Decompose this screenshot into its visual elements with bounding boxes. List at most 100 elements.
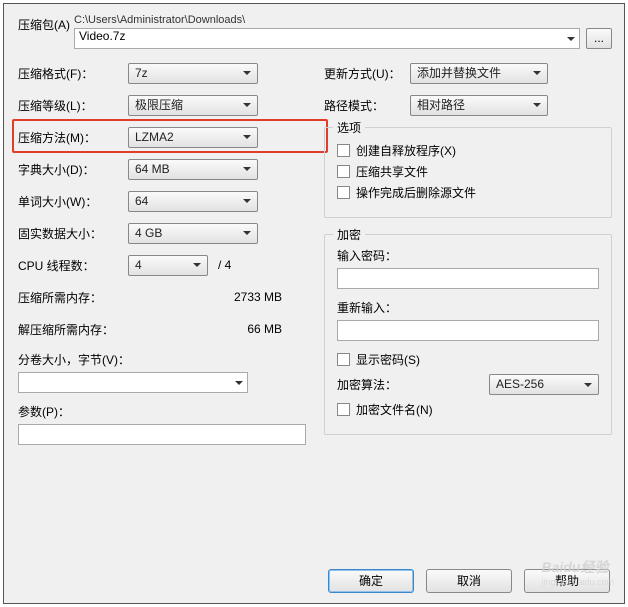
threads-total: / 4 [218, 258, 231, 272]
dict-select[interactable]: 64 MB [128, 159, 258, 180]
method-row: 压缩方法(M)： LZMA2 [18, 121, 306, 153]
threads-row: CPU 线程数： 4 / 4 [18, 249, 306, 281]
params-input[interactable] [18, 424, 306, 445]
update-value: 添加并替换文件 [417, 66, 501, 80]
format-label: 压缩格式(F)： [18, 65, 128, 82]
mem-comp-row: 压缩所需内存： 2733 MB [18, 281, 306, 313]
chevron-down-icon [584, 383, 592, 387]
pathmode-row: 路径模式： 相对路径 [324, 89, 612, 121]
help-button[interactable]: 帮助 [524, 569, 610, 593]
password-label: 输入密码： [337, 247, 599, 264]
level-label: 压缩等级(L)： [18, 97, 128, 114]
opt-sfx-row: 创建自释放程序(X) [337, 142, 599, 159]
opt-shared-checkbox[interactable] [337, 165, 350, 178]
pathmode-label: 路径模式： [324, 97, 410, 114]
format-value: 7z [135, 66, 148, 80]
method-label: 压缩方法(M)： [18, 129, 128, 146]
method-select[interactable]: LZMA2 [128, 127, 258, 148]
dict-label: 字典大小(D)： [18, 161, 128, 178]
solid-row: 固实数据大小： 4 GB [18, 217, 306, 249]
enc-algo-row: 加密算法： AES-256 [337, 374, 599, 395]
solid-value: 4 GB [135, 226, 162, 240]
word-row: 单词大小(W)： 64 [18, 185, 306, 217]
left-column: 压缩格式(F)： 7z 压缩等级(L)： 极限压缩 [18, 57, 306, 445]
archive-filename-input[interactable]: Video.7z [74, 28, 580, 49]
archive-label: 压缩包(A) [18, 14, 74, 33]
threads-select[interactable]: 4 [128, 255, 208, 276]
encryption-title: 加密 [333, 226, 365, 243]
format-row: 压缩格式(F)： 7z [18, 57, 306, 89]
chevron-down-icon [243, 199, 251, 203]
word-label: 单词大小(W)： [18, 193, 128, 210]
archive-path: C:\Users\Administrator\Downloads\ [74, 14, 612, 26]
mem-decomp-label: 解压缩所需内存： [18, 321, 128, 338]
pathmode-select[interactable]: 相对路径 [410, 95, 548, 116]
method-value: LZMA2 [135, 130, 174, 144]
opt-delete-label: 操作完成后删除源文件 [356, 184, 476, 201]
chevron-down-icon [243, 135, 251, 139]
show-pw-row: 显示密码(S) [337, 351, 599, 368]
enc-names-checkbox[interactable] [337, 403, 350, 416]
split-input[interactable] [18, 372, 248, 393]
word-select[interactable]: 64 [128, 191, 258, 212]
split-label: 分卷大小，字节(V)： [18, 351, 306, 368]
options-group: 选项 创建自释放程序(X) 压缩共享文件 操作完成后删除源文件 [324, 127, 612, 218]
solid-label: 固实数据大小： [18, 225, 128, 242]
update-select[interactable]: 添加并替换文件 [410, 63, 548, 84]
browse-button[interactable]: ... [586, 28, 612, 49]
opt-sfx-label: 创建自释放程序(X) [356, 142, 456, 159]
threads-label: CPU 线程数： [18, 257, 128, 274]
chevron-down-icon [533, 71, 541, 75]
level-value: 极限压缩 [135, 98, 183, 112]
password-input[interactable] [337, 268, 599, 289]
enc-algo-value: AES-256 [496, 377, 544, 391]
chevron-down-icon [243, 167, 251, 171]
solid-select[interactable]: 4 GB [128, 223, 258, 244]
mem-comp-value: 2733 MB [128, 290, 306, 304]
archive-input-row: Video.7z ... [74, 28, 612, 49]
password2-label: 重新输入： [337, 299, 599, 316]
dict-value: 64 MB [135, 162, 170, 176]
opt-delete-checkbox[interactable] [337, 186, 350, 199]
password2-input[interactable] [337, 320, 599, 341]
chevron-down-icon [533, 103, 541, 107]
dialog-window: 压缩包(A) C:\Users\Administrator\Downloads\… [3, 3, 625, 604]
pathmode-value: 相对路径 [417, 98, 465, 112]
chevron-down-icon [243, 71, 251, 75]
opt-shared-label: 压缩共享文件 [356, 163, 428, 180]
chevron-down-icon [193, 263, 201, 267]
mem-decomp-row: 解压缩所需内存： 66 MB [18, 313, 306, 345]
chevron-down-icon [243, 231, 251, 235]
format-select[interactable]: 7z [128, 63, 258, 84]
update-row: 更新方式(U)： 添加并替换文件 [324, 57, 612, 89]
chevron-down-icon [235, 381, 243, 385]
show-pw-label: 显示密码(S) [356, 351, 420, 368]
threads-value: 4 [135, 258, 142, 272]
show-pw-checkbox[interactable] [337, 353, 350, 366]
level-row: 压缩等级(L)： 极限压缩 [18, 89, 306, 121]
dialog-body: 压缩格式(F)： 7z 压缩等级(L)： 极限压缩 [4, 53, 624, 445]
dialog-footer: 确定 取消 帮助 [328, 569, 610, 593]
update-label: 更新方式(U)： [324, 65, 410, 82]
params-label: 参数(P)： [18, 403, 306, 420]
opt-sfx-checkbox[interactable] [337, 144, 350, 157]
mem-comp-label: 压缩所需内存： [18, 289, 128, 306]
archive-right: C:\Users\Administrator\Downloads\ Video.… [74, 14, 612, 49]
encryption-group: 加密 输入密码： 重新输入： 显示密码(S) 加密算法： AES-256 [324, 234, 612, 435]
enc-algo-label: 加密算法： [337, 376, 397, 393]
archive-filename-value: Video.7z [79, 29, 125, 43]
enc-algo-select[interactable]: AES-256 [489, 374, 599, 395]
cancel-button[interactable]: 取消 [426, 569, 512, 593]
enc-names-label: 加密文件名(N) [356, 401, 433, 418]
chevron-down-icon [567, 37, 575, 41]
chevron-down-icon [243, 103, 251, 107]
ok-button[interactable]: 确定 [328, 569, 414, 593]
enc-names-row: 加密文件名(N) [337, 401, 599, 418]
word-value: 64 [135, 194, 148, 208]
right-column: 更新方式(U)： 添加并替换文件 路径模式： 相对路径 选项 创建自释放程序(X… [324, 57, 612, 445]
archive-row: 压缩包(A) C:\Users\Administrator\Downloads\… [4, 4, 624, 53]
opt-shared-row: 压缩共享文件 [337, 163, 599, 180]
level-select[interactable]: 极限压缩 [128, 95, 258, 116]
opt-delete-row: 操作完成后删除源文件 [337, 184, 599, 201]
mem-decomp-value: 66 MB [128, 322, 306, 336]
